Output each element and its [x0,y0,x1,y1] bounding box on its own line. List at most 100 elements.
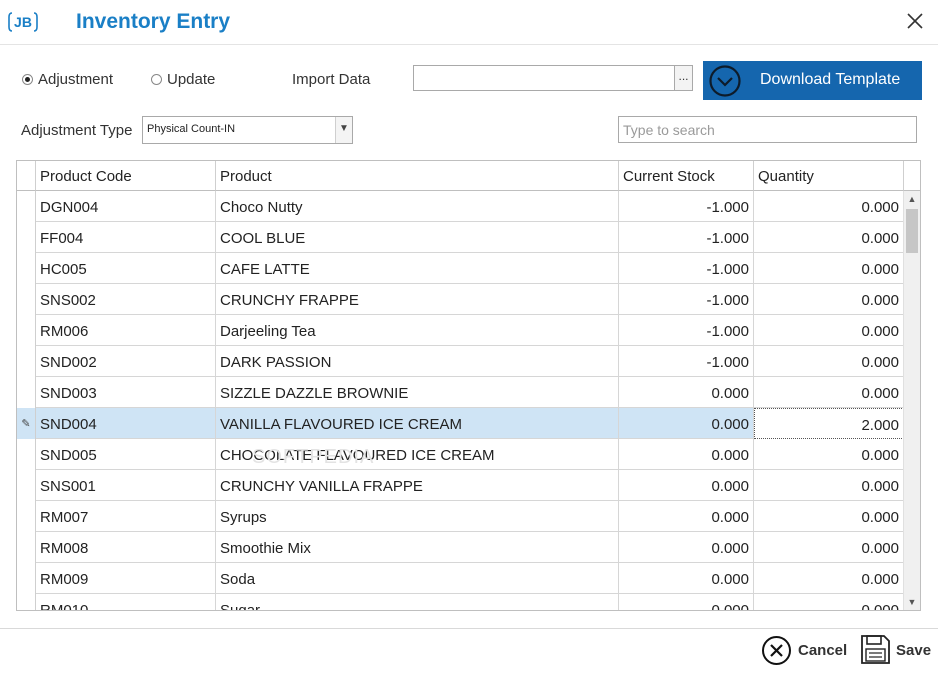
search-input[interactable] [618,116,917,143]
row-header[interactable] [17,532,36,563]
cell-product-code[interactable]: HC005 [36,253,216,284]
cell-product[interactable]: Soda [216,563,619,594]
cell-quantity[interactable]: 0.000 [754,501,904,532]
cell-quantity[interactable]: 0.000 [754,284,904,315]
cell-product[interactable]: SIZZLE DAZZLE BROWNIE [216,377,619,408]
row-header[interactable] [17,315,36,346]
row-header[interactable] [17,346,36,377]
cell-quantity[interactable]: 0.000 [754,439,904,470]
cell-current-stock[interactable]: -1.000 [619,284,754,315]
cell-quantity[interactable]: 0.000 [754,191,904,222]
cell-product[interactable]: Choco Nutty [216,191,619,222]
table-row[interactable]: SND003 SIZZLE DAZZLE BROWNIE 0.000 0.000 [17,377,904,408]
table-row[interactable]: SND002 DARK PASSION -1.000 0.000 [17,346,904,377]
cell-product[interactable]: CAFE LATTE [216,253,619,284]
cell-product[interactable]: Darjeeling Tea [216,315,619,346]
table-row[interactable]: FF004 COOL BLUE -1.000 0.000 [17,222,904,253]
cell-product[interactable]: Syrups [216,501,619,532]
radio-adjustment[interactable]: Adjustment [22,71,122,90]
cell-product-code[interactable]: RM006 [36,315,216,346]
table-row[interactable]: RM007 Syrups 0.000 0.000 [17,501,904,532]
cell-product[interactable]: COOL BLUE [216,222,619,253]
cell-current-stock[interactable]: 0.000 [619,439,754,470]
cell-product-code[interactable]: SND004 [36,408,216,439]
cell-product[interactable]: Smoothie Mix [216,532,619,563]
cell-quantity[interactable]: 0.000 [754,222,904,253]
cell-product[interactable]: CRUNCHY FRAPPE [216,284,619,315]
cell-current-stock[interactable]: 0.000 [619,377,754,408]
row-header[interactable] [17,284,36,315]
row-header[interactable] [17,191,36,222]
cell-quantity[interactable]: 0.000 [754,563,904,594]
cell-current-stock[interactable]: 0.000 [619,408,754,439]
cell-product[interactable]: VANILLA FLAVOURED ICE CREAM [216,408,619,439]
table-row[interactable]: RM010 Sugar 0.000 0.000 [17,594,904,610]
cell-product-code[interactable]: SND005 [36,439,216,470]
table-row[interactable]: RM008 Smoothie Mix 0.000 0.000 [17,532,904,563]
row-header[interactable] [17,470,36,501]
save-button[interactable]: Save [858,632,934,668]
radio-update[interactable]: Update [151,71,231,90]
cell-quantity[interactable]: 0.000 [754,315,904,346]
cell-current-stock[interactable]: -1.000 [619,222,754,253]
cell-current-stock[interactable]: -1.000 [619,346,754,377]
table-row[interactable]: RM006 Darjeeling Tea -1.000 0.000 [17,315,904,346]
cell-product-code[interactable]: RM007 [36,501,216,532]
table-row[interactable]: RM009 Soda 0.000 0.000 [17,563,904,594]
cell-product-code[interactable]: FF004 [36,222,216,253]
cell-current-stock[interactable]: 0.000 [619,563,754,594]
row-header[interactable] [17,377,36,408]
cell-quantity[interactable]: 0.000 [754,253,904,284]
table-row[interactable]: SNS002 CRUNCHY FRAPPE -1.000 0.000 [17,284,904,315]
cell-product[interactable]: CRUNCHY VANILLA FRAPPE [216,470,619,501]
cell-product[interactable]: DARK PASSION [216,346,619,377]
cell-current-stock[interactable]: 0.000 [619,501,754,532]
cell-current-stock[interactable]: -1.000 [619,191,754,222]
row-edit-pencil-icon[interactable]: ✎ [17,408,36,439]
import-browse-button[interactable]: ... [675,65,693,91]
table-row[interactable]: ✎ SND004 VANILLA FLAVOURED ICE CREAM 0.000 2… [17,408,904,439]
cell-product-code[interactable]: SND003 [36,377,216,408]
table-row[interactable]: DGN004 Choco Nutty -1.000 0.000 [17,191,904,222]
radio-adjustment-dot[interactable] [22,74,33,85]
column-header-product-code[interactable]: Product Code [36,161,216,191]
cell-current-stock[interactable]: 0.000 [619,532,754,563]
cell-product[interactable]: Sugar [216,594,619,610]
cell-current-stock[interactable]: 0.000 [619,594,754,610]
cell-product-code[interactable]: RM008 [36,532,216,563]
row-header[interactable] [17,439,36,470]
row-header[interactable] [17,563,36,594]
cancel-button[interactable]: Cancel [760,633,852,667]
chevron-down-icon[interactable]: ▼ [335,117,352,143]
cell-quantity[interactable]: 0.000 [754,377,904,408]
row-header[interactable] [17,222,36,253]
cell-product-code[interactable]: SNS001 [36,470,216,501]
column-header-quantity[interactable]: Quantity [754,161,904,191]
cell-current-stock[interactable]: 0.000 [619,470,754,501]
import-data-field[interactable] [413,65,675,91]
cell-product-code[interactable]: RM010 [36,594,216,610]
download-template-button[interactable]: Download Template [703,61,922,100]
adjustment-type-select[interactable]: Physical Count-IN ▼ [142,116,353,144]
cell-quantity[interactable]: 0.000 [754,532,904,563]
column-header-product[interactable]: Product [216,161,619,191]
vertical-scrollbar[interactable]: ▲ ▼ [903,191,920,610]
scroll-up-icon[interactable]: ▲ [904,191,920,207]
cell-quantity[interactable]: 0.000 [754,346,904,377]
table-row[interactable]: SND005 CHOCOLATE FLAVOURED ICE CREAM 0.000… [17,439,904,470]
cell-current-stock[interactable]: -1.000 [619,315,754,346]
cell-product-code[interactable]: DGN004 [36,191,216,222]
row-header[interactable] [17,501,36,532]
row-header[interactable] [17,253,36,284]
table-row[interactable]: SNS001 CRUNCHY VANILLA FRAPPE 0.000 0.000 [17,470,904,501]
scroll-down-icon[interactable]: ▼ [904,594,920,610]
scrollbar-thumb[interactable] [906,209,918,253]
cell-quantity[interactable]: 0.000 [754,594,904,610]
table-row[interactable]: HC005 CAFE LATTE -1.000 0.000 [17,253,904,284]
close-icon[interactable] [902,8,928,34]
cell-current-stock[interactable]: -1.000 [619,253,754,284]
row-header[interactable] [17,594,36,610]
cell-quantity[interactable]: 0.000 [754,470,904,501]
column-header-current-stock[interactable]: Current Stock [619,161,754,191]
cell-product-code[interactable]: SNS002 [36,284,216,315]
